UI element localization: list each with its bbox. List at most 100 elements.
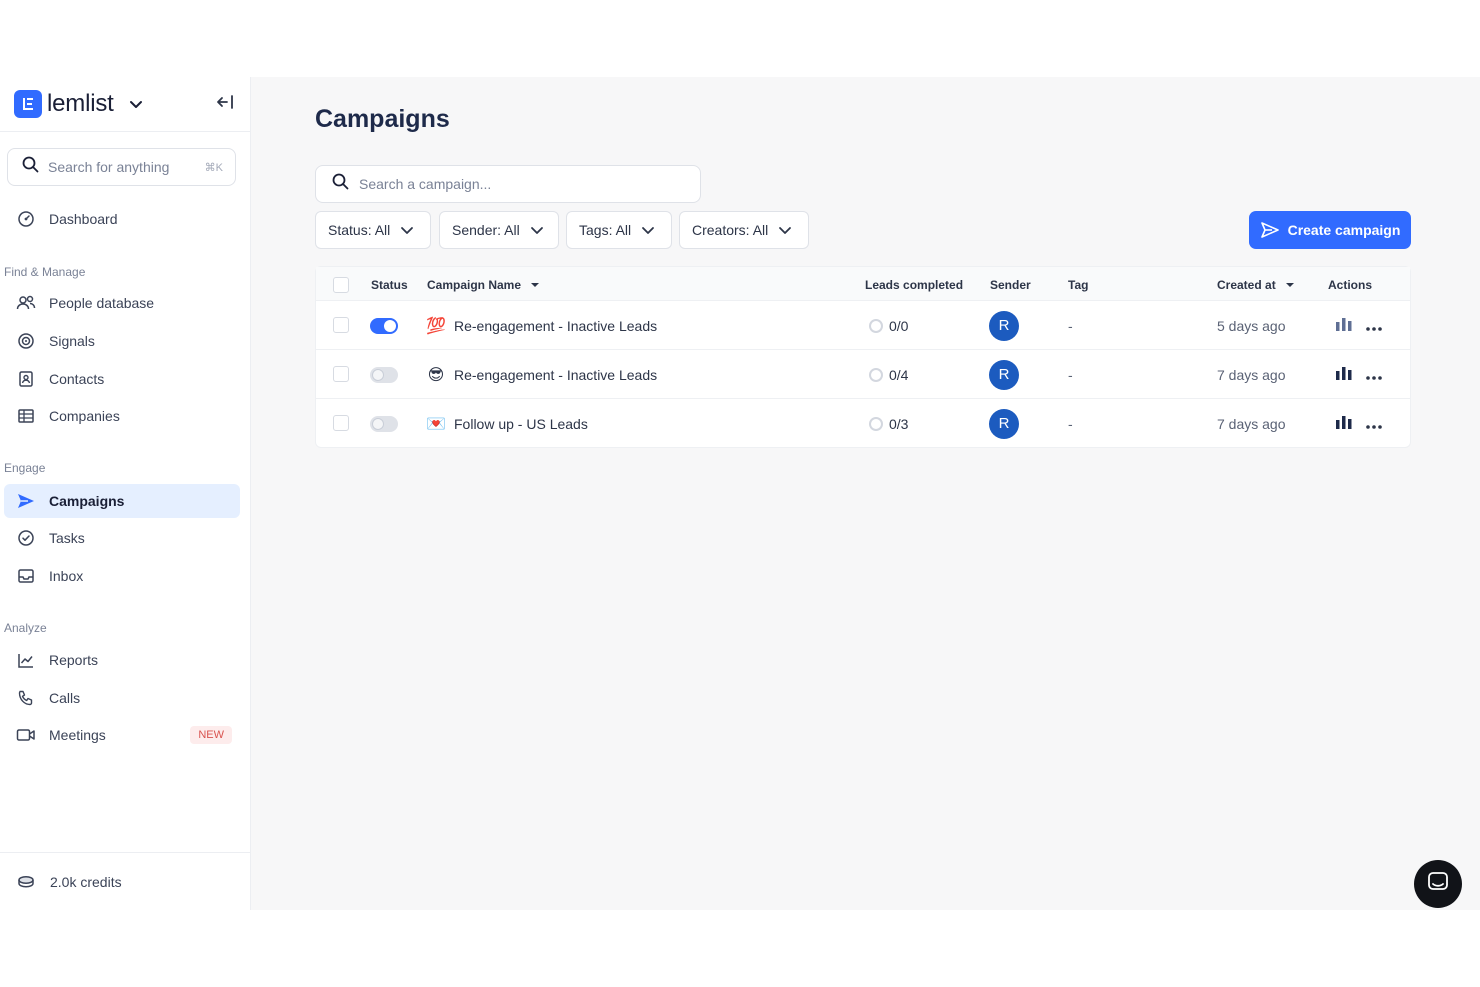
header-campaign-name-label: Campaign Name <box>427 278 522 292</box>
bar-chart-icon[interactable] <box>1335 414 1353 433</box>
campaign-search-placeholder: Search a campaign... <box>359 176 492 192</box>
table-row[interactable]: 💯 Re-engagement - Inactive Leads 0/0 R -… <box>316 301 1410 350</box>
tags-filter[interactable]: Tags: All <box>566 211 672 249</box>
contact-card-icon <box>16 369 36 389</box>
send-icon <box>1260 221 1280 239</box>
progress-ring-icon <box>869 367 883 382</box>
status-filter-label: Status: All <box>328 222 391 238</box>
sidebar-item-dashboard[interactable]: Dashboard <box>4 202 240 236</box>
table-row[interactable]: 💌 Follow up - US Leads 0/3 R - 7 days ag… <box>316 399 1410 448</box>
lemlist-logo-icon[interactable] <box>14 90 42 118</box>
sender-avatar[interactable]: R <box>989 310 1019 341</box>
header-created-at[interactable]: Created at <box>1217 278 1295 292</box>
brand-header: lemlist <box>0 77 250 132</box>
created-at: 5 days ago <box>1217 317 1286 334</box>
building-icon <box>16 406 36 426</box>
row-checkbox[interactable] <box>333 366 349 382</box>
chevron-down-icon[interactable] <box>128 96 144 112</box>
bar-chart-icon[interactable] <box>1335 365 1353 384</box>
table-row[interactable]: 😎 Re-engagement - Inactive Leads 0/4 R -… <box>316 350 1410 399</box>
more-options-icon[interactable] <box>1366 318 1382 334</box>
creators-filter[interactable]: Creators: All <box>679 211 809 249</box>
sidebar-item-signals[interactable]: Signals <box>4 324 240 358</box>
sender-avatar[interactable]: R <box>989 359 1019 390</box>
status-toggle[interactable] <box>370 317 398 334</box>
sidebar-item-people-database[interactable]: People database <box>4 286 240 320</box>
sidebar-item-companies[interactable]: Companies <box>4 399 240 433</box>
status-filter[interactable]: Status: All <box>315 211 431 249</box>
more-options-icon[interactable] <box>1366 416 1382 432</box>
sidebar-item-label: Meetings <box>49 727 106 743</box>
section-analyze: Analyze <box>4 621 47 635</box>
sidebar-item-label: Signals <box>49 333 95 349</box>
page-title: Campaigns <box>315 105 450 133</box>
campaign-name-link[interactable]: Re-engagement - Inactive Leads <box>454 318 657 334</box>
chevron-down-icon <box>778 223 792 237</box>
new-badge: NEW <box>190 726 232 744</box>
brand-name[interactable]: lemlist <box>47 90 114 118</box>
leads-completed: 0/4 <box>889 366 909 383</box>
collapse-sidebar-icon[interactable] <box>216 94 234 110</box>
tag-value: - <box>1068 317 1073 334</box>
header-created-at-label: Created at <box>1217 278 1276 292</box>
status-toggle[interactable] <box>370 415 398 432</box>
target-icon <box>16 331 36 351</box>
header-status[interactable]: Status <box>371 278 408 292</box>
main-content: Campaigns Search a campaign... Status: A… <box>251 77 1480 910</box>
header-sender[interactable]: Sender <box>990 278 1031 292</box>
gauge-icon <box>16 209 36 229</box>
select-all-checkbox[interactable] <box>333 277 349 293</box>
bar-chart-icon[interactable] <box>1335 316 1353 335</box>
credits-label: 2.0k credits <box>50 873 122 890</box>
status-toggle[interactable] <box>370 366 398 383</box>
sidebar-item-tasks[interactable]: Tasks <box>4 521 240 555</box>
section-find-manage: Find & Manage <box>4 265 86 279</box>
sidebar-item-label: People database <box>49 295 155 311</box>
people-icon <box>16 293 36 313</box>
header-leads-completed[interactable]: Leads completed <box>865 278 963 292</box>
search-shortcut: ⌘K <box>204 161 223 174</box>
leads-completed: 0/3 <box>889 415 909 432</box>
header-tag[interactable]: Tag <box>1068 278 1088 292</box>
campaign-name-link[interactable]: Follow up - US Leads <box>454 416 588 432</box>
more-options-icon[interactable] <box>1366 367 1382 383</box>
coins-icon <box>16 875 36 889</box>
global-search-input[interactable]: Search for anything ⌘K <box>7 148 236 186</box>
campaigns-table: Status Campaign Name Leads completed Sen… <box>315 266 1411 448</box>
chevron-down-icon <box>400 223 414 237</box>
chevron-down-icon <box>530 223 544 237</box>
sidebar-item-label: Inbox <box>49 568 84 584</box>
table-header: Status Campaign Name Leads completed Sen… <box>316 267 1410 301</box>
campaign-emoji: 💯 <box>426 317 446 335</box>
sidebar-item-label: Calls <box>49 690 81 706</box>
progress-ring-icon <box>869 416 883 431</box>
sidebar-item-reports[interactable]: Reports <box>4 643 240 677</box>
sidebar-item-contacts[interactable]: Contacts <box>4 362 240 396</box>
sidebar-item-calls[interactable]: Calls <box>4 681 240 715</box>
campaign-emoji: 😎 <box>427 366 445 384</box>
progress-ring-icon <box>869 318 883 333</box>
credits-indicator[interactable]: 2.0k credits <box>0 852 251 910</box>
sidebar-item-inbox[interactable]: Inbox <box>4 559 240 593</box>
header-campaign-name[interactable]: Campaign Name <box>427 278 540 292</box>
chat-bubble-icon <box>1427 871 1449 898</box>
send-icon <box>16 491 36 511</box>
sender-avatar[interactable]: R <box>989 408 1019 439</box>
row-checkbox[interactable] <box>333 415 349 431</box>
sidebar-item-meetings[interactable]: Meetings NEW <box>4 718 240 752</box>
creators-filter-label: Creators: All <box>692 222 769 238</box>
row-checkbox[interactable] <box>333 317 349 333</box>
sender-filter[interactable]: Sender: All <box>439 211 559 249</box>
create-campaign-label: Create campaign <box>1287 222 1401 238</box>
campaign-name-link[interactable]: Re-engagement - Inactive Leads <box>454 367 657 383</box>
sidebar-item-campaigns[interactable]: Campaigns <box>4 484 240 518</box>
inbox-icon <box>16 566 36 586</box>
section-engage: Engage <box>4 461 46 475</box>
chevron-down-icon <box>641 223 655 237</box>
chat-support-button[interactable] <box>1414 860 1462 908</box>
create-campaign-button[interactable]: Create campaign <box>1249 211 1411 249</box>
leads-completed: 0/0 <box>889 317 909 334</box>
created-at: 7 days ago <box>1217 366 1286 383</box>
check-circle-icon <box>16 528 36 548</box>
campaign-search-input[interactable]: Search a campaign... <box>315 165 701 203</box>
